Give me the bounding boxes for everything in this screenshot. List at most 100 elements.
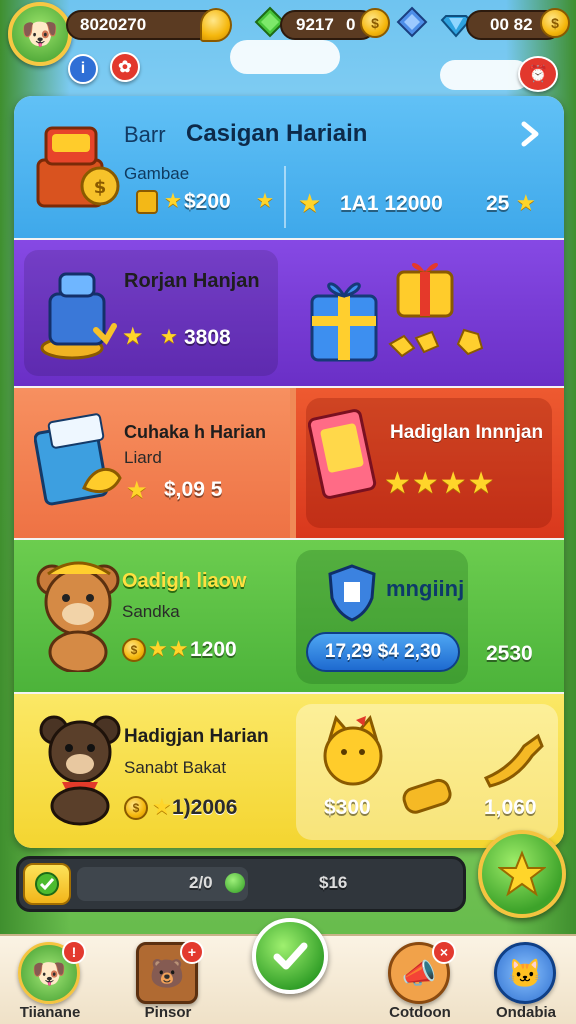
star-icon: ★	[164, 190, 183, 212]
confirm-button[interactable]	[252, 918, 328, 994]
nav-home-badge: !	[62, 940, 86, 964]
coin-icon: $	[360, 8, 390, 38]
checkmark-icon	[273, 942, 308, 970]
row1-left-card[interactable]: Gambae ★ $200 ★	[114, 158, 284, 224]
nav-ondabia[interactable]: 🐱 Ondabia	[476, 938, 576, 1024]
row5-left-value: 1)2006	[172, 796, 238, 819]
row1-left-subtitle: Gambae	[124, 164, 190, 183]
svg-text:$: $	[94, 177, 107, 198]
progress-check-button[interactable]	[23, 863, 71, 905]
gift-box-gold-icon	[392, 254, 458, 320]
panel-title: Casigan Hariain	[186, 120, 368, 147]
row3: Cuhaka h Harian Liard ★ $,09 5 Hadiglan …	[14, 388, 564, 538]
shield-icon	[326, 562, 378, 622]
row2-left-title: Rorjan Hanjan	[124, 270, 260, 292]
treasure-chest-icon: $	[32, 114, 122, 214]
row3-left-value: $,09 5	[164, 478, 223, 501]
row1-divider	[284, 166, 286, 228]
row5: Hadigjan Harian Sanabt Bakat $ ★ 1)2006 …	[14, 694, 564, 848]
gold-bar-icon	[398, 770, 458, 820]
progress-fill	[77, 867, 248, 901]
row3-left-subtitle: Liard	[124, 448, 162, 467]
nav-pinsor-badge: +	[180, 940, 204, 964]
cat-profile-icon: 🐱	[494, 942, 556, 1004]
dog-icon: 🐶	[21, 17, 59, 51]
star-icon: ★	[160, 326, 179, 348]
daily-calendar-book-icon	[34, 408, 128, 508]
claim-button[interactable]: 17,29 $4 2,30	[306, 632, 460, 672]
row5-right-value: 1,060	[484, 796, 537, 819]
star-reward-button[interactable]	[478, 830, 566, 918]
nav-cotdoon-badge: ×	[432, 940, 456, 964]
event-alert-button[interactable]: ⏰	[518, 56, 558, 92]
check-icon	[35, 872, 59, 896]
green-orb-icon	[225, 873, 245, 893]
row1-right-value: 25	[486, 192, 510, 215]
row5-middle-value: $300	[324, 796, 371, 819]
row3-left-title: Cuhaka h Harian	[124, 422, 267, 442]
gold-nuggets-icon	[386, 324, 506, 364]
dark-bear-character-icon	[32, 710, 128, 826]
blue-gem-amount: 00 82	[490, 15, 533, 34]
nav-home[interactable]: 🐶 ! Tiianane	[0, 938, 100, 1024]
row5-left-title: Hadigjan Harian	[124, 726, 269, 747]
reward-ticket-icon	[308, 406, 382, 504]
star-icon: ★	[256, 190, 275, 212]
gift-icon: ✿	[118, 59, 132, 76]
row4-left-title: Oadigh liaow	[122, 570, 247, 592]
coin-icon: $	[540, 8, 570, 38]
panel-header-prefix: Barr	[124, 122, 166, 147]
nav-pinsor-label: Pinsor	[144, 1004, 192, 1021]
green-gem-secondary: 0	[346, 15, 356, 34]
row1-left-value: $200	[184, 190, 231, 213]
gift-alert-button[interactable]: ✿	[110, 52, 140, 82]
top-bar: 🐶 8020270 9217 0 $ 00 82 $ i ✿ ⏰	[0, 0, 576, 92]
star-icon: ★	[516, 190, 537, 215]
player-avatar[interactable]: 🐶	[8, 2, 72, 66]
star-icon	[498, 850, 546, 897]
nav-cotdoon[interactable]: 📣 × Cotdoon	[370, 938, 470, 1024]
nav-ondabia-label: Ondabia	[495, 1004, 556, 1021]
row1-middle-value: 1A1 12000	[340, 192, 443, 215]
nav-home-label: Tiianane	[19, 1004, 81, 1021]
row5-left-subtitle: Sanabt Bakat	[124, 758, 227, 777]
row2-left-value: 3808	[184, 326, 231, 349]
row4-left-subtitle: Sandka	[122, 602, 180, 621]
next-arrow-button[interactable]	[514, 118, 546, 150]
row3-right-title: Hadiglan Innnjan	[390, 422, 544, 443]
star-rating: ★★★★	[384, 467, 496, 500]
gift-box-blue-icon	[306, 260, 382, 364]
gold-amount: 8020270	[80, 15, 147, 34]
nav-pinsor[interactable]: 🐻 + Pinsor	[118, 938, 218, 1024]
daily-rewards-panel: $ Barr Casigan Hariain Gambae ★ $200 ★ ★…	[14, 96, 564, 848]
star-icon: ★	[126, 477, 149, 504]
star-icon: ★	[152, 794, 173, 819]
coin-icon: $	[124, 796, 148, 820]
row2-card[interactable]: Rorjan Hanjan ★ ★ 3808	[14, 240, 564, 386]
row4: Oadigh liaow Sandka $ ★★ 1200 mngiinj 17…	[14, 540, 564, 692]
cat-coin-icon	[316, 714, 390, 788]
row4-middle-title: mngiinj	[386, 576, 465, 601]
progress-bar: 2/0 $16	[16, 856, 466, 912]
info-icon: i	[80, 60, 86, 77]
info-button[interactable]: i	[68, 54, 98, 84]
claim-button-label: 17,29 $4 2,30	[324, 641, 442, 662]
coin-icon: $	[122, 638, 146, 662]
green-gem-amount: 9217	[296, 15, 334, 34]
blue-diamond-icon	[396, 6, 428, 38]
star-icon: ★	[298, 188, 323, 218]
panel-header: $ Barr Casigan Hariain Gambae ★ $200 ★ ★…	[14, 96, 564, 238]
row4-left-value: 1200	[190, 638, 237, 661]
star-icon: ★	[122, 323, 145, 350]
potion-bottle-icon	[34, 258, 124, 368]
golden-horn-icon	[480, 728, 550, 788]
nav-cotdoon-label: Cotdoon	[389, 1004, 451, 1021]
row4-right-value: 2530	[486, 642, 533, 665]
progress-label-left: 2/0	[189, 873, 213, 892]
progress-label-right: $16	[319, 873, 348, 892]
alarm-icon: ⏰	[528, 66, 548, 83]
gold-moon-icon	[200, 8, 232, 42]
bear-character-icon	[30, 560, 126, 672]
chevron-right-icon	[521, 121, 539, 147]
star-icon: ★★	[148, 636, 190, 661]
